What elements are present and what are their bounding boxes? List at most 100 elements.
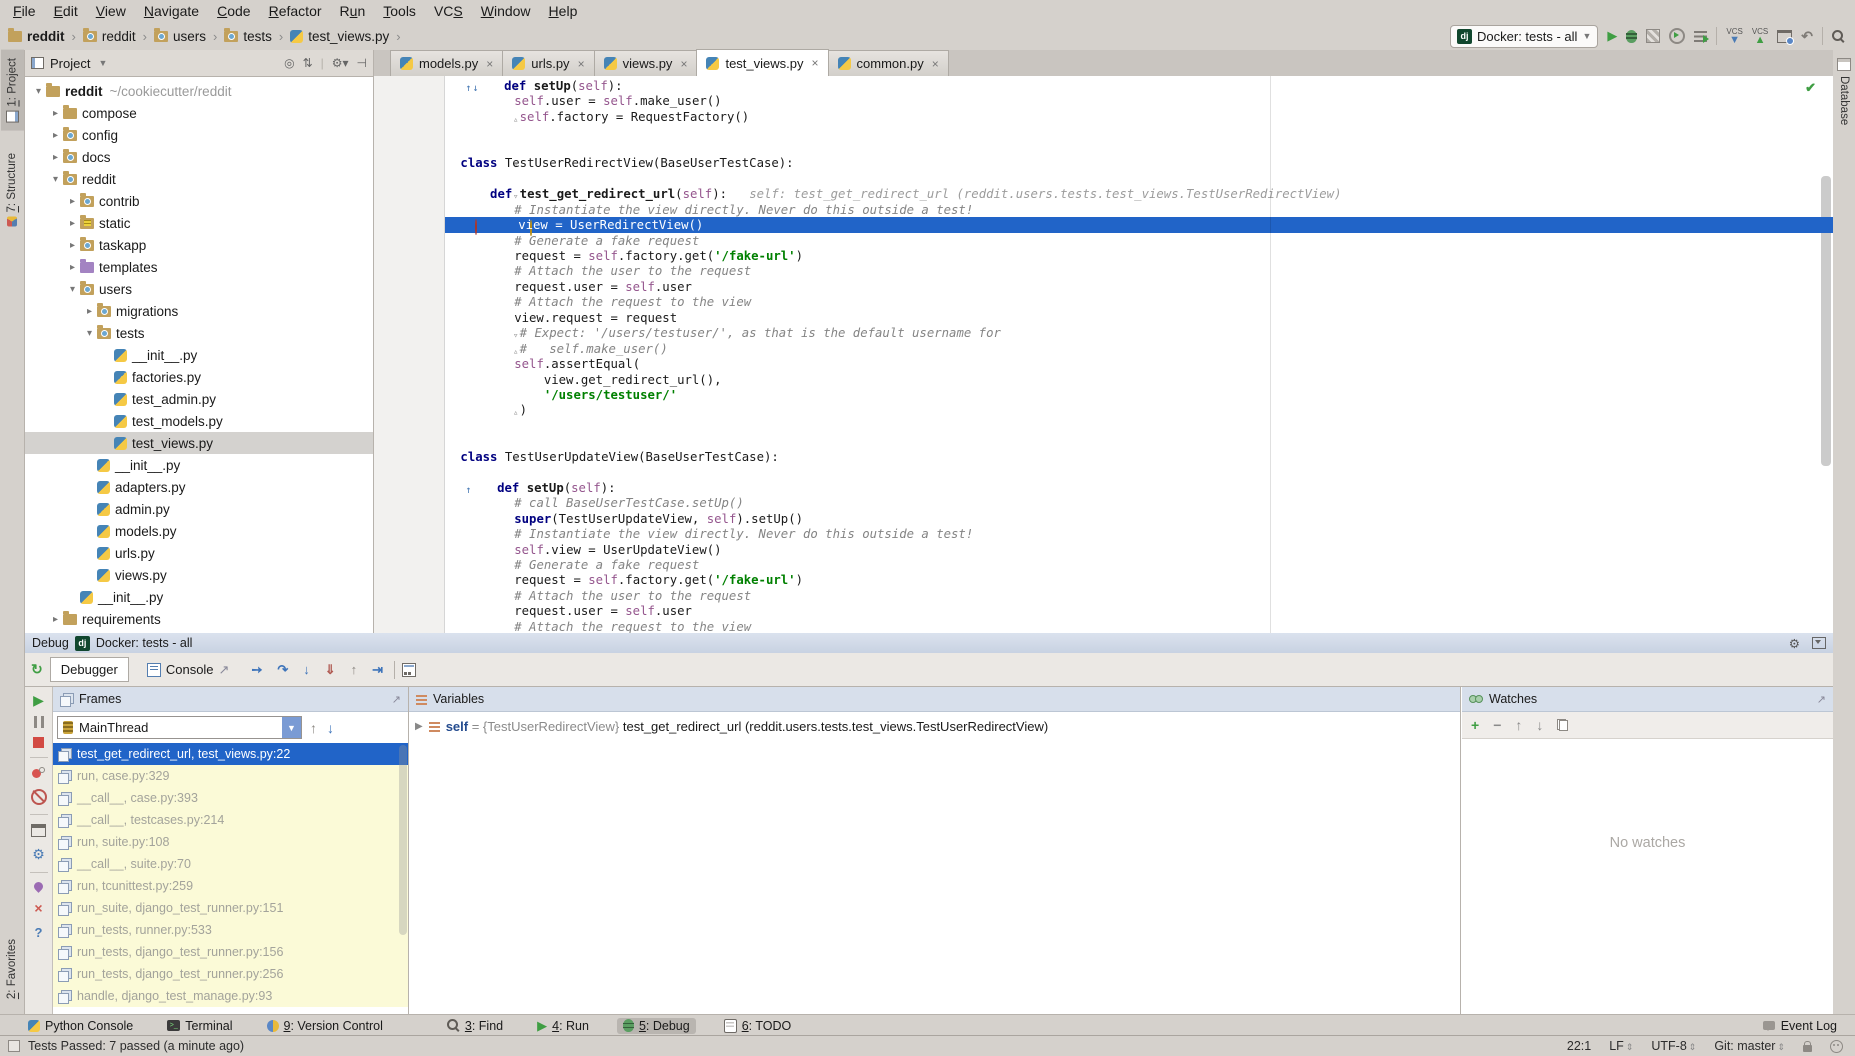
tree-item-taskapp[interactable]: ▸taskapp — [25, 234, 373, 256]
code-line[interactable]: # Instantiate the view directly. Never d… — [374, 202, 1833, 218]
menu-run[interactable]: Run — [331, 0, 375, 22]
code-line[interactable]: view.request = request — [374, 310, 1833, 326]
thread-select[interactable]: MainThread ▼ — [57, 716, 302, 739]
tree-item-adapterspy[interactable]: adapters.py — [25, 476, 373, 498]
stack-frame-row[interactable]: run_tests, runner.py:533 — [53, 919, 408, 941]
toolwindow-button-terminal[interactable]: >_Terminal — [161, 1018, 238, 1034]
tree-item-__init__py[interactable]: __init__.py — [25, 454, 373, 476]
menu-file[interactable]: File — [4, 0, 45, 22]
code-editor[interactable]: ✔ ▿↑↓ def setUp(self): self.user = self.… — [374, 76, 1833, 633]
previous-frame-icon[interactable]: ↑ — [310, 720, 317, 736]
tree-item-test_viewspy[interactable]: test_views.py — [25, 432, 373, 454]
vcs-commit-button[interactable]: VCS▲ — [1752, 28, 1768, 45]
tree-item-viewspy[interactable]: views.py — [25, 564, 373, 586]
code-line[interactable]: ▿ # Expect: '/users/testuser/', as that … — [374, 325, 1833, 341]
tab-views-py[interactable]: views.py× — [594, 50, 698, 76]
toolwindow-button-5-debug[interactable]: 5: Debug — [617, 1018, 696, 1034]
pause-button[interactable] — [34, 716, 44, 728]
sidebar-item-structure[interactable]: 7: Structure — [2, 145, 22, 234]
close-tab-icon[interactable]: × — [932, 57, 939, 71]
coverage-button[interactable] — [1646, 29, 1660, 43]
code-line[interactable] — [374, 464, 1833, 480]
menu-view[interactable]: View — [87, 0, 135, 22]
code-line[interactable]: # Instantiate the view directly. Never d… — [374, 526, 1833, 542]
close-tab-icon[interactable]: × — [578, 57, 585, 71]
caret-position[interactable]: 22:1 — [1567, 1039, 1591, 1053]
inspection-profile-icon[interactable] — [1830, 1040, 1843, 1053]
code-line[interactable]: self.view = UserUpdateView() — [374, 542, 1833, 558]
toolwindow-button-6-todo[interactable]: 6: TODO — [718, 1018, 798, 1034]
hide-panel-icon[interactable]: ⊣ — [357, 56, 367, 70]
step-into-icon[interactable]: ↓ — [299, 662, 314, 677]
tree-item-config[interactable]: ▸config — [25, 124, 373, 146]
code-line[interactable]: self.user = self.make_user() — [374, 93, 1833, 109]
tree-collapsed-icon[interactable]: ▸ — [48, 614, 63, 625]
vcs-update-button[interactable]: VCS▼ — [1726, 28, 1742, 45]
code-line[interactable]: request.user = self.user — [374, 279, 1833, 295]
search-everywhere-icon[interactable] — [1832, 30, 1845, 43]
restore-layout-button[interactable] — [31, 824, 46, 837]
tree-item-factoriespy[interactable]: factories.py — [25, 366, 373, 388]
run-to-cursor-icon[interactable]: ⇥ — [368, 662, 387, 678]
close-tab-icon[interactable]: × — [812, 56, 819, 70]
stack-frame-row[interactable]: run_tests, django_test_runner.py:256 — [53, 963, 408, 985]
tree-item-__init__py[interactable]: __init__.py — [25, 344, 373, 366]
tree-collapsed-icon[interactable]: ▸ — [65, 218, 80, 229]
step-out-icon[interactable]: ↑ — [347, 662, 362, 677]
stack-frame-row[interactable]: run, case.py:329 — [53, 765, 408, 787]
tree-expanded-icon[interactable]: ▾ — [48, 174, 63, 185]
tree-item-adminpy[interactable]: admin.py — [25, 498, 373, 520]
line-separator-indicator[interactable]: LF — [1609, 1039, 1633, 1053]
tab-models-py[interactable]: models.py× — [390, 50, 503, 76]
close-tab-icon[interactable]: × — [486, 57, 493, 71]
evaluate-expression-icon[interactable] — [402, 663, 416, 677]
code-line[interactable]: self.assertEqual( — [374, 356, 1833, 372]
code-line[interactable]: super(TestUserUpdateView, self).setUp() — [374, 511, 1833, 527]
tree-item-test_adminpy[interactable]: test_admin.py — [25, 388, 373, 410]
scroll-from-source-icon[interactable]: ⇅ — [303, 56, 313, 70]
add-watch-button[interactable]: + — [1471, 717, 1479, 733]
breadcrumb-item[interactable]: reddit — [8, 29, 65, 44]
locate-file-icon[interactable]: ◎ — [284, 56, 294, 70]
breadcrumb-item[interactable]: test_views.py — [290, 29, 389, 44]
tree-item-modelspy[interactable]: models.py — [25, 520, 373, 542]
menu-tools[interactable]: Tools — [374, 0, 425, 22]
tab-test_views-py[interactable]: test_views.py× — [696, 49, 828, 76]
close-tab-icon[interactable]: × — [680, 57, 687, 71]
variable-row[interactable]: ▶ self = {TestUserRedirectView} test_get… — [409, 712, 1460, 741]
close-icon[interactable]: × — [34, 900, 42, 916]
move-watch-down-button[interactable]: ↓ — [1536, 717, 1543, 733]
stack-frame-row[interactable]: __call__, suite.py:70 — [53, 853, 408, 875]
code-line[interactable] — [374, 171, 1833, 187]
code-line[interactable]: # call BaseUserTestCase.setUp() — [374, 495, 1833, 511]
gear-icon[interactable]: ⚙▾ — [332, 56, 349, 70]
stack-frame-row[interactable]: run_suite, django_test_runner.py:151 — [53, 897, 408, 919]
code-line[interactable]: request.user = self.user — [374, 603, 1833, 619]
tree-item-migrations[interactable]: ▸migrations — [25, 300, 373, 322]
view-breakpoints-button[interactable] — [32, 767, 45, 780]
tree-collapsed-icon[interactable]: ▸ — [48, 130, 63, 141]
menu-code[interactable]: Code — [208, 0, 259, 22]
sidebar-item-database[interactable]: Database — [1833, 50, 1855, 133]
force-step-into-icon[interactable]: ⇓ — [321, 662, 340, 678]
mute-breakpoints-button[interactable] — [31, 789, 47, 805]
code-line[interactable] — [374, 124, 1833, 140]
tree-item-tests[interactable]: ▾tests — [25, 322, 373, 344]
code-line[interactable]: ▿ def test_get_redirect_url(self): self:… — [374, 186, 1833, 202]
tree-item-compose[interactable]: ▸compose — [25, 102, 373, 124]
help-icon[interactable]: ? — [35, 925, 43, 940]
duplicate-watch-icon[interactable] — [1557, 719, 1568, 731]
code-line[interactable]: # Generate a fake request — [374, 233, 1833, 249]
sidebar-item-favorites[interactable]: 2: Favorites — [2, 931, 22, 1011]
code-line[interactable]: view.get_redirect_url(), — [374, 372, 1833, 388]
tree-item-templates[interactable]: ▸templates — [25, 256, 373, 278]
encoding-indicator[interactable]: UTF-8 — [1651, 1039, 1696, 1053]
chevron-down-icon[interactable]: ▼ — [98, 58, 107, 68]
inspections-ok-icon[interactable]: ✔ — [1805, 80, 1816, 96]
git-branch-indicator[interactable]: Git: master — [1714, 1039, 1785, 1053]
menu-vcs[interactable]: VCS — [425, 0, 472, 22]
toolwindow-quick-access-icon[interactable] — [8, 1040, 20, 1052]
tree-item-requirements[interactable]: ▸requirements — [25, 608, 373, 630]
tree-item-urlspy[interactable]: urls.py — [25, 542, 373, 564]
code-line[interactable]: # Attach the request to the view — [374, 619, 1833, 633]
